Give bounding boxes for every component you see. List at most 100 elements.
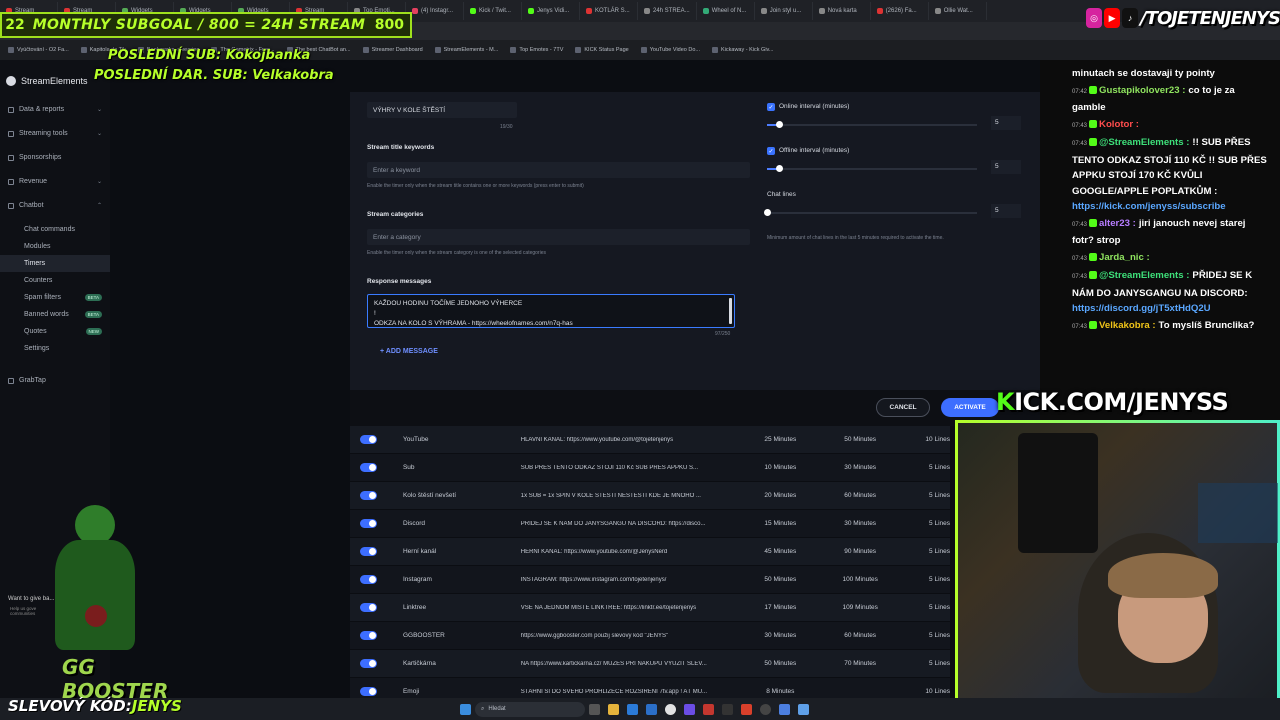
settings-icon[interactable] — [760, 703, 771, 715]
file-explorer-icon[interactable] — [608, 703, 619, 715]
textarea-scrollbar[interactable] — [729, 298, 732, 324]
offline-interval-checkbox[interactable]: ✓ — [767, 147, 775, 155]
bookmark-item[interactable]: YouTube Video Do... — [640, 47, 700, 53]
chat-username[interactable]: Velkakobra : — [1099, 320, 1156, 331]
windows-start-icon[interactable] — [460, 703, 471, 715]
response-message-textarea[interactable]: KAŽDOU HODINU TOČÍME JEDNOHO VÝHERCE ! O… — [367, 294, 735, 328]
timer-name: Emoji — [402, 688, 420, 695]
timer-enabled-toggle[interactable] — [360, 547, 377, 556]
timer-enabled-toggle[interactable] — [360, 519, 377, 528]
chrome-active-icon[interactable] — [779, 703, 790, 715]
chat-username[interactable]: Gustapikolover23 : — [1099, 85, 1185, 96]
table-row[interactable]: GGBOOSTER https://www.ggbooster.com použi… — [350, 622, 950, 650]
timer-enabled-toggle[interactable] — [360, 659, 377, 668]
timer-enabled-toggle[interactable] — [360, 491, 377, 500]
sidebar-subitem[interactable]: Banned words BETA — [0, 306, 110, 323]
cancel-button[interactable]: CANCEL — [876, 398, 930, 417]
online-interval-value[interactable]: 5 — [991, 116, 1021, 130]
sidebar-item[interactable]: Data & reports ⌄ — [0, 100, 110, 119]
chat-lines-slider[interactable] — [764, 209, 977, 216]
chat-username[interactable]: Jarda_nic : — [1099, 252, 1150, 263]
chat-message: 07:43 Velkakobra : To myslíš Brunclika? — [1072, 318, 1268, 336]
bookmark-item[interactable]: KICK Status Page — [575, 47, 629, 53]
status-badge: BETA — [84, 294, 102, 301]
online-interval-slider[interactable] — [767, 121, 977, 128]
chrome-icon[interactable] — [665, 703, 676, 715]
sidebar-subitem[interactable]: Counters — [0, 272, 110, 289]
timer-enabled-toggle[interactable] — [360, 575, 377, 584]
sidebar-subitem[interactable]: Quotes NEW — [0, 323, 110, 340]
table-row[interactable]: Herní kanál HERNÍ KANÁL: https://www.yout… — [350, 538, 950, 566]
browser-tab[interactable]: KOTLÁR S... — [580, 2, 638, 20]
sidebar-item[interactable]: Streaming tools ⌄ — [0, 124, 110, 143]
sidebar-subitem[interactable]: Spam filters BETA — [0, 289, 110, 306]
slider-knob[interactable] — [764, 209, 771, 216]
bookmark-item[interactable]: Top Emotes - 7TV — [510, 47, 563, 53]
chat-link[interactable]: https://discord.gg/jT5xtHdQ2U — [1072, 303, 1211, 314]
browser-tab[interactable]: Ollie Wat... — [929, 2, 987, 20]
table-row[interactable]: Sub SUB PŘES TENTO ODKAZ STOJÍ 110 Kč SUB… — [350, 454, 950, 482]
browser-tab[interactable]: (2626) Fa... — [871, 2, 929, 20]
sidebar-subitem[interactable]: Modules — [0, 238, 110, 255]
sidebar-item[interactable]: Revenue ⌄ — [0, 172, 110, 191]
app-blue-icon[interactable] — [798, 703, 809, 715]
keywords-input[interactable]: Enter a keyword — [367, 162, 750, 178]
booster-mascot: GG BOOSTER — [40, 505, 168, 703]
bookmark-item[interactable]: Vyúčtování - O2 Fa... — [8, 47, 69, 53]
activate-button[interactable]: ACTIVATE — [941, 398, 999, 417]
offline-interval-slider[interactable] — [767, 165, 977, 172]
tab-favicon-icon — [702, 8, 709, 14]
chat-username[interactable]: @StreamElements : — [1099, 137, 1189, 148]
bookmark-item[interactable]: StreamElements - M... — [434, 47, 498, 53]
obs-icon[interactable] — [722, 703, 733, 715]
table-row[interactable]: YouTube HLAVNÍ KANÁL: https://www.youtube… — [350, 426, 950, 454]
bookmark-item[interactable]: Streamer Dashboard — [362, 47, 423, 53]
categories-input[interactable]: Enter a category — [367, 229, 750, 245]
chat-username[interactable]: Kolotor : — [1099, 119, 1139, 130]
discord-icon[interactable] — [684, 703, 695, 715]
slider-knob[interactable] — [776, 121, 784, 128]
browser-tab[interactable]: Wheel of N... — [697, 2, 755, 20]
slider-knob[interactable] — [776, 165, 784, 172]
app-red-icon[interactable] — [741, 703, 752, 715]
timer-name-input[interactable]: VÝHRY V KOLE ŠTĚSTÍ — [367, 102, 517, 118]
add-message-button[interactable]: + ADD MESSAGE — [380, 348, 438, 355]
sidebar-item[interactable]: Chatbot ⌃ — [0, 196, 110, 215]
timer-enabled-toggle[interactable] — [360, 631, 377, 640]
sidebar-item[interactable]: Sponsorships — [0, 148, 110, 167]
table-row[interactable]: Kartičkárna NA https://www.kartickarna.cz… — [350, 650, 950, 678]
chat-username[interactable]: alter23 : — [1099, 218, 1136, 229]
sidebar-subitem[interactable]: Chat commands — [0, 221, 110, 238]
table-row[interactable]: Linktree VŠE NA JEDNOM MÍSTĚ LINKTREE: ht… — [350, 594, 950, 622]
task-view-icon[interactable] — [589, 703, 600, 715]
sidebar-item-grabtap[interactable]: GrabTap — [0, 371, 110, 390]
browser-tab[interactable]: Jenys Vidi... — [522, 2, 580, 20]
tab-label: (2626) Fa... — [885, 8, 917, 14]
chat-lines-label: Chat lines — [767, 191, 796, 198]
table-row[interactable]: Kolo štěstí nevšetí 1x SUB = 1x SPIN V KO… — [350, 482, 950, 510]
online-interval-checkbox[interactable]: ✓ — [767, 103, 775, 111]
table-row[interactable]: Instagram INSTAGRAM: https://www.instagra… — [350, 566, 950, 594]
timer-enabled-toggle[interactable] — [360, 435, 377, 444]
browser-tab[interactable]: (4) Instagr... — [406, 2, 464, 20]
bookmark-item[interactable]: Kickaway - Kick Giv... — [712, 47, 773, 53]
browser-tab[interactable]: Nová karta — [813, 2, 871, 20]
app-icon[interactable] — [703, 703, 714, 715]
edge-icon[interactable] — [627, 703, 638, 715]
browser-tab[interactable]: 24h STREA... — [638, 2, 697, 20]
offline-interval-value[interactable]: 5 — [991, 160, 1021, 174]
browser-tab[interactable]: Join styl u... — [755, 2, 813, 20]
timer-enabled-toggle[interactable] — [360, 463, 377, 472]
chat-link[interactable]: https://kick.com/jenyss/subscribe — [1072, 201, 1226, 212]
sidebar-subitem[interactable]: Settings — [0, 340, 110, 357]
taskbar-search[interactable]: ⌕ Hledat — [475, 701, 585, 717]
chat-username[interactable]: @StreamElements : — [1099, 270, 1189, 281]
timer-enabled-toggle[interactable] — [360, 603, 377, 612]
last-donation-overlay: POSLEDNÍ DAR. SUB: Velkakobra — [94, 68, 334, 83]
store-icon[interactable] — [646, 703, 657, 715]
timer-enabled-toggle[interactable] — [360, 687, 377, 696]
browser-tab[interactable]: Kick / Twit... — [464, 2, 522, 20]
sidebar-subitem[interactable]: Timers — [0, 255, 110, 272]
chat-lines-value[interactable]: 5 — [991, 204, 1021, 218]
table-row[interactable]: Discord PŘIDEJ SE K NÁM DO JANYSGANGU NA … — [350, 510, 950, 538]
